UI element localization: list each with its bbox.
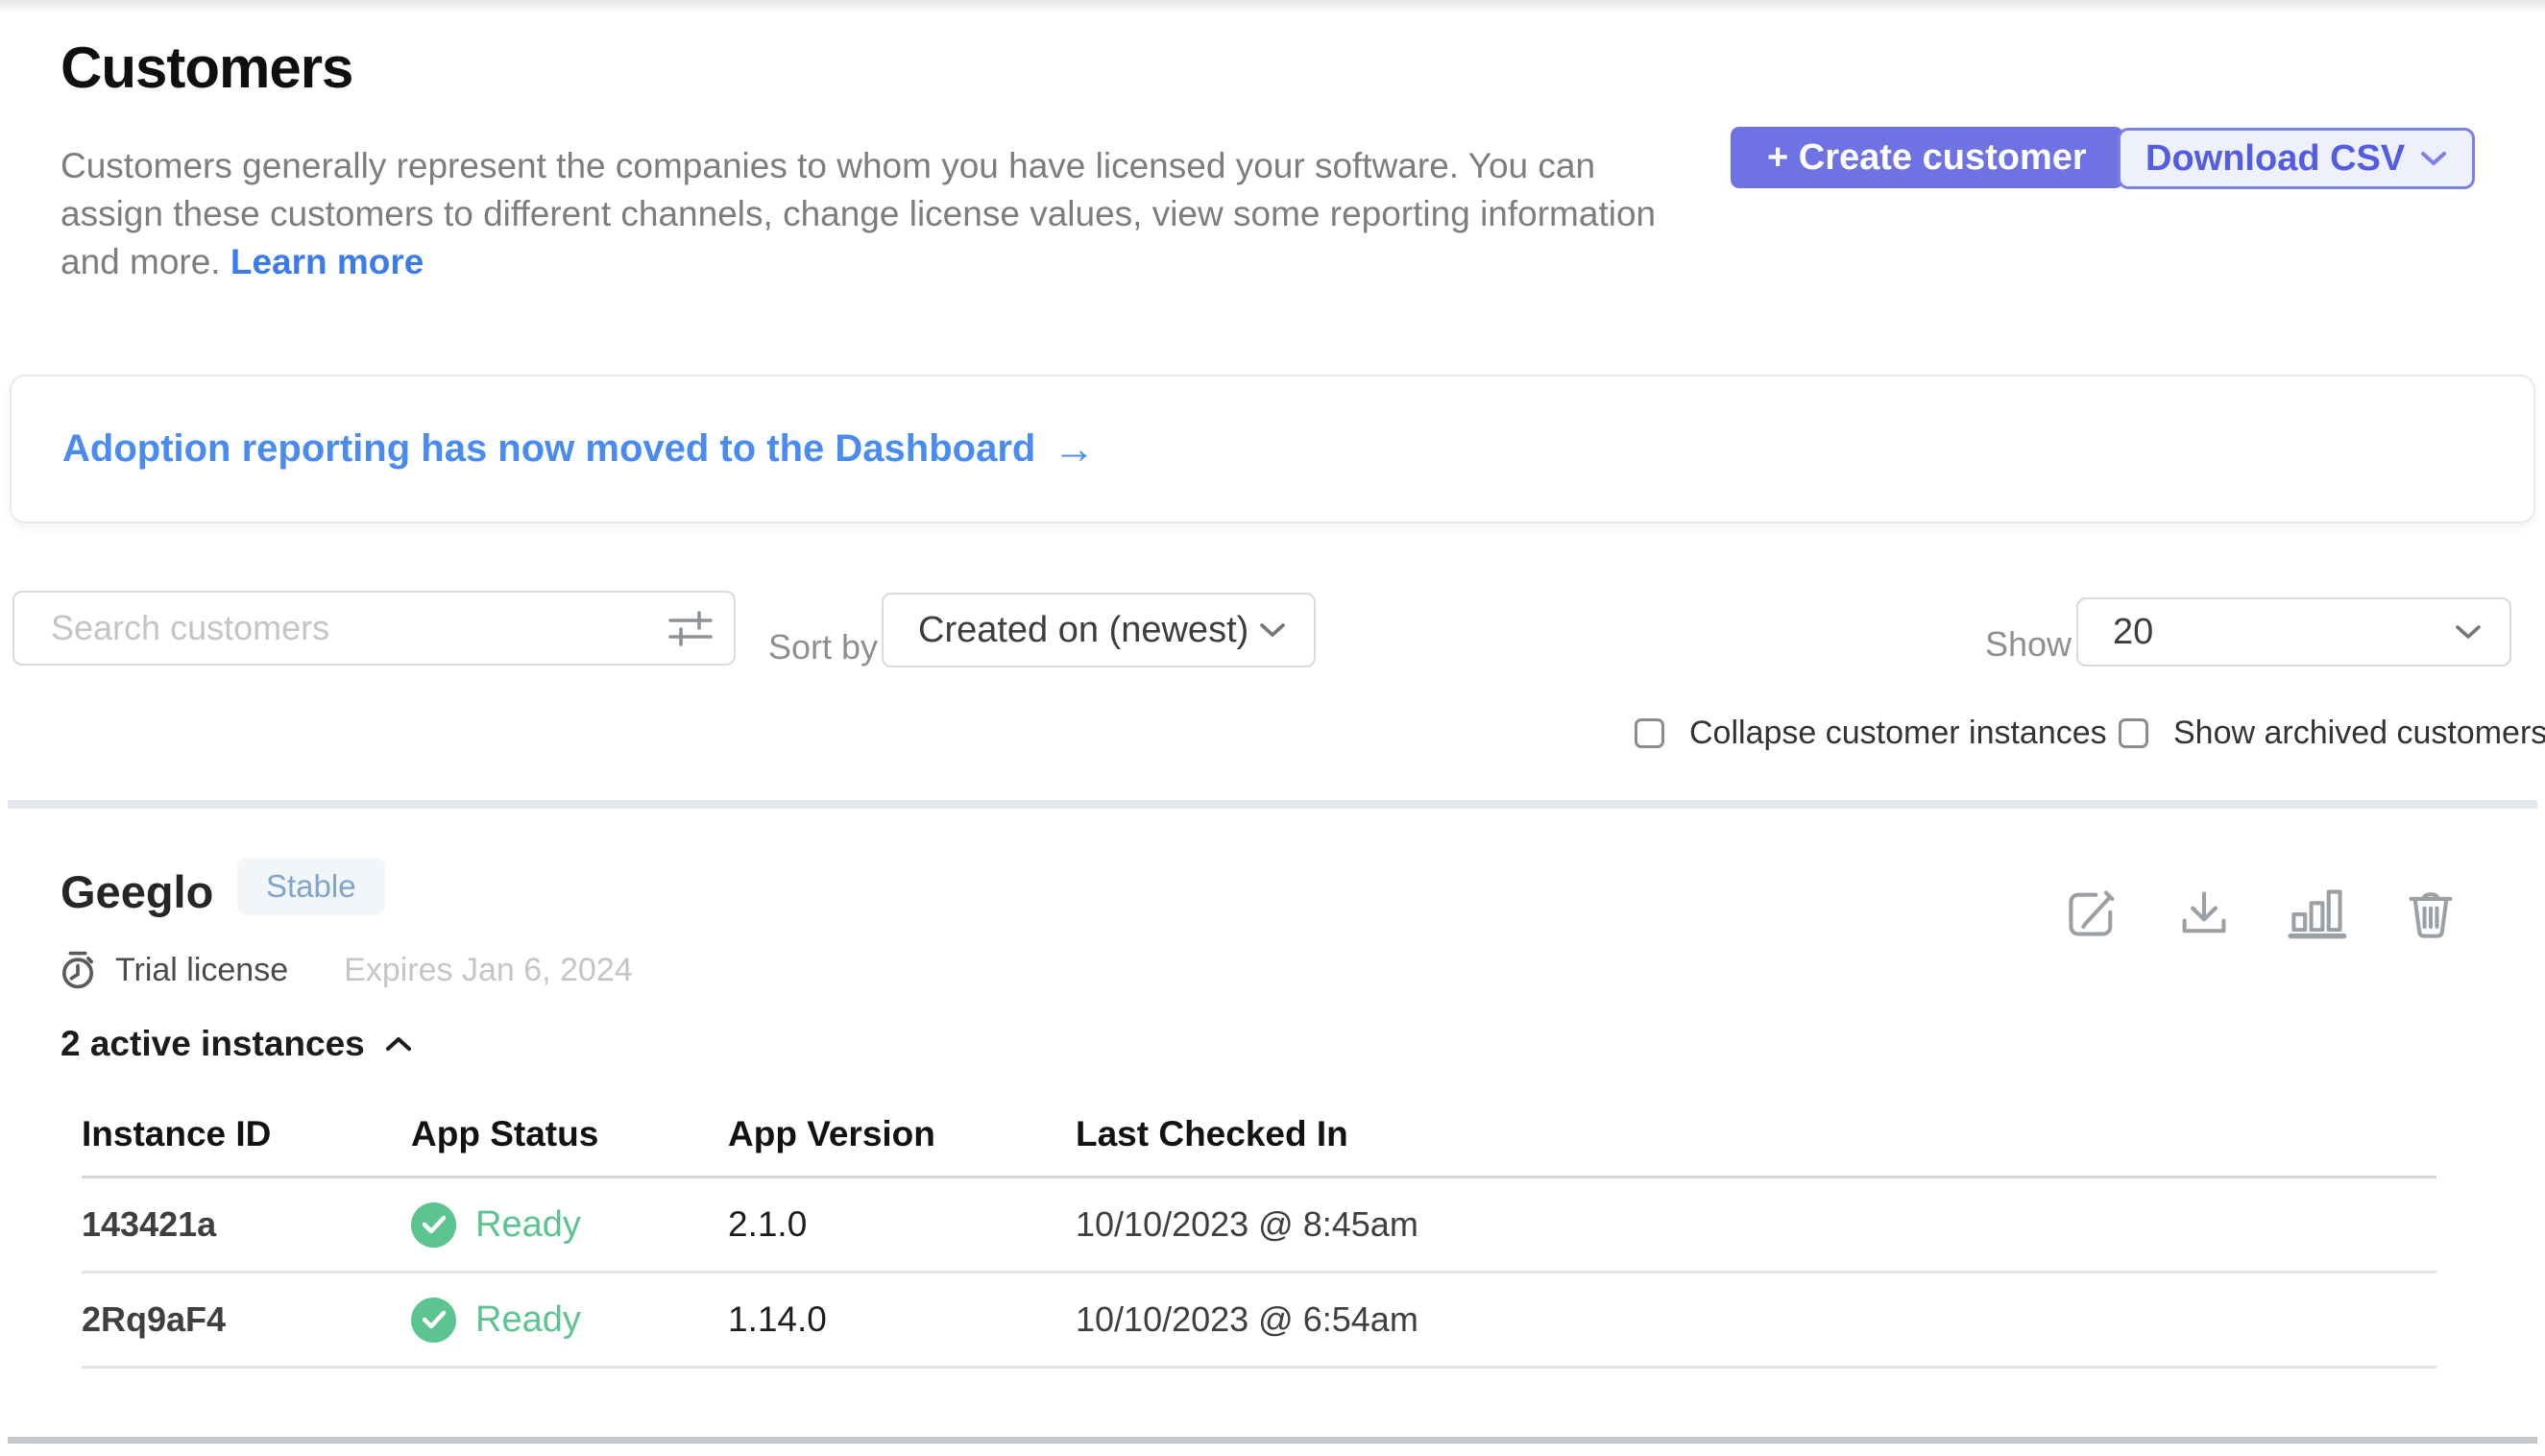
col-instance-id: Instance ID (82, 1112, 271, 1156)
last-checked-in: 10/10/2023 @ 6:54am (1076, 1298, 1418, 1342)
check-circle-icon (411, 1202, 456, 1248)
show-archived-checkbox[interactable] (2119, 718, 2148, 748)
edit-icon[interactable] (2065, 886, 2121, 941)
show-archived-checkbox-group[interactable]: Show archived customers (2119, 713, 2545, 753)
table-divider (82, 1176, 2436, 1178)
show-archived-label: Show archived customers (2173, 715, 2545, 752)
arrow-right-icon: → (1053, 430, 1095, 469)
show-count-select[interactable]: 20 (2076, 597, 2511, 667)
customer-actions (2065, 886, 2459, 941)
table-divider (82, 1271, 2436, 1274)
table-divider (82, 1366, 2436, 1369)
channel-badge: Stable (237, 858, 385, 915)
col-app-status: App Status (411, 1112, 598, 1156)
bar-chart-icon[interactable] (2288, 886, 2347, 941)
check-circle-icon (411, 1298, 456, 1343)
license-info-row: Trial license Expires Jan 6, 2024 (58, 947, 633, 993)
sort-select-value: Created on (newest) (918, 610, 1248, 651)
download-csv-label: Download CSV (2145, 138, 2405, 180)
customer-name: Geeglo (61, 865, 213, 918)
adoption-reporting-link[interactable]: Adoption reporting has now moved to the … (62, 427, 1095, 471)
customers-page: Customers Customers generally represent … (0, 0, 2545, 1456)
filter-sliders-icon[interactable] (647, 595, 734, 662)
collapse-instances-label: Collapse customer instances (1689, 715, 2107, 752)
chevron-down-icon (2420, 151, 2447, 166)
sort-select[interactable]: Created on (newest) (882, 593, 1316, 667)
app-version: 1.14.0 (728, 1298, 827, 1342)
collapse-instances-checkbox[interactable] (1635, 718, 1664, 748)
download-icon[interactable] (2176, 886, 2232, 941)
last-checked-in: 10/10/2023 @ 8:45am (1076, 1202, 1418, 1247)
license-expiry: Expires Jan 6, 2024 (344, 952, 633, 989)
download-csv-button[interactable]: Download CSV (2118, 128, 2475, 189)
create-customer-button[interactable]: + Create customer (1731, 127, 2123, 188)
status-text: Ready (475, 1202, 581, 1247)
instances-table-header: Instance ID App Status App Version Last … (82, 1112, 2436, 1156)
learn-more-link[interactable]: Learn more (230, 242, 424, 281)
sort-by-label: Sort by (768, 627, 878, 667)
show-count-value: 20 (2113, 612, 2153, 653)
app-version: 2.1.0 (728, 1202, 807, 1247)
status-badge: Ready (411, 1298, 581, 1342)
table-row: 143421a Ready 2.1.0 10/10/2023 @ 8:45am (82, 1202, 2436, 1247)
license-type: Trial license (115, 952, 288, 989)
active-instances-label: 2 active instances (61, 1024, 365, 1064)
chevron-down-icon (1258, 621, 1287, 639)
search-input[interactable] (14, 595, 647, 662)
section-divider (8, 800, 2537, 809)
adoption-reporting-banner: Adoption reporting has now moved to the … (10, 375, 2535, 523)
active-instances-toggle[interactable]: 2 active instances (61, 1024, 413, 1064)
page-description: Customers generally represent the compan… (61, 142, 1703, 286)
status-badge: Ready (411, 1202, 581, 1247)
col-last-checked-in: Last Checked In (1076, 1112, 1348, 1156)
show-label: Show (1985, 624, 2072, 665)
adoption-reporting-text: Adoption reporting has now moved to the … (62, 427, 1035, 471)
page-title: Customers (61, 35, 352, 101)
col-app-version: App Version (728, 1112, 935, 1156)
top-scroll-shadow (0, 0, 2545, 13)
search-customers-box (12, 591, 736, 666)
customer-card-bottom-divider (8, 1437, 2537, 1444)
collapse-instances-checkbox-group[interactable]: Collapse customer instances (1635, 713, 2107, 753)
trash-icon[interactable] (2403, 886, 2459, 941)
instance-id: 2Rq9aF4 (82, 1298, 226, 1342)
chevron-up-icon (384, 1035, 413, 1053)
chevron-down-icon (2454, 623, 2483, 641)
table-row: 2Rq9aF4 Ready 1.14.0 10/10/2023 @ 6:54am (82, 1298, 2436, 1342)
instance-id: 143421a (82, 1202, 216, 1247)
status-text: Ready (475, 1298, 581, 1342)
stopwatch-icon (58, 947, 98, 993)
